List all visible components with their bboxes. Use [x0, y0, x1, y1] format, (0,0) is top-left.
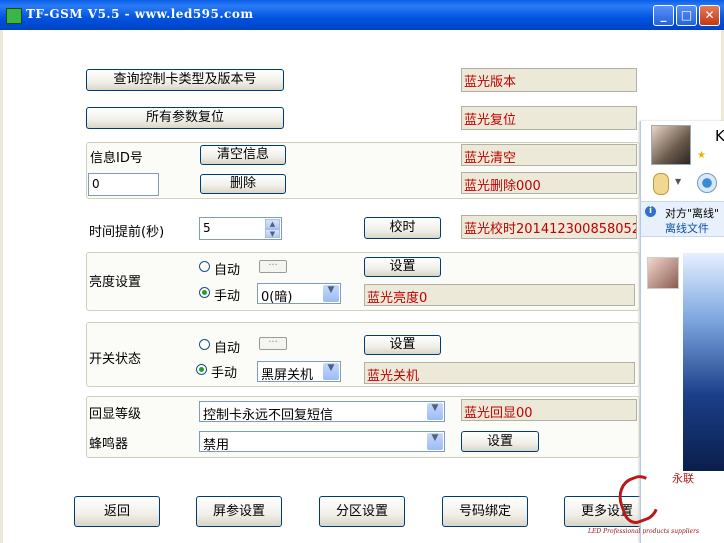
message-avatar [647, 257, 679, 289]
power-auto-radio[interactable] [199, 339, 210, 350]
offline-notice-text: 对方"离线" [665, 207, 720, 220]
chevron-down-icon[interactable]: ▼ [323, 285, 339, 302]
power-auto-more-button[interactable]: ··· [259, 337, 287, 350]
sync-time-button[interactable]: 校时 [364, 217, 441, 239]
brightness-auto-label: 自动 [214, 263, 241, 278]
brightness-manual-radio[interactable] [199, 287, 210, 298]
number-binding-button[interactable]: 号码绑定 [442, 496, 528, 527]
time-spinner[interactable]: ▲ ▼ [265, 219, 280, 238]
spin-up-icon[interactable]: ▲ [265, 219, 280, 229]
echo-level-select[interactable]: 控制卡永远不回复短信 ▼ [199, 401, 445, 423]
time-advance-input[interactable]: 5 ▲ ▼ [199, 217, 282, 240]
window-title: TF-GSM V5.5 - www.led595.com [26, 7, 254, 21]
brightness-status-field: 蓝光亮度0 [364, 284, 635, 306]
chevron-down-icon[interactable]: ▼ [427, 403, 443, 420]
power-mode-select[interactable]: 黑屏关机 ▼ [257, 361, 341, 383]
echo-level-label: 回显等级 [89, 407, 142, 422]
power-state-label: 开关状态 [89, 352, 142, 367]
chevron-down-icon[interactable]: ▼ [323, 363, 339, 380]
close-button[interactable]: ✕ [699, 5, 720, 26]
brightness-auto-radio[interactable] [199, 261, 210, 272]
zone-settings-button[interactable]: 分区设置 [319, 496, 405, 527]
power-manual-radio[interactable] [196, 364, 207, 375]
watermark-logo: 永联 LED Professional products suppliers [586, 470, 724, 543]
offline-file-link[interactable]: 离线文件 [665, 220, 709, 236]
buzzer-set-button[interactable]: 设置 [461, 431, 539, 452]
screen-settings-button[interactable]: 屏参设置 [196, 496, 282, 527]
buzzer-label: 蜂鸣器 [89, 437, 129, 452]
delete-status-field: 蓝光删除000 [461, 172, 637, 194]
chat-image-preview [683, 253, 724, 471]
info-id-input[interactable]: 0 [88, 173, 159, 196]
query-version-button[interactable]: 查询控制卡类型及版本号 [86, 69, 284, 91]
brightness-auto-more-button[interactable]: ··· [259, 260, 287, 273]
spin-down-icon[interactable]: ▼ [265, 228, 280, 238]
watermark-script-text: 永联 [672, 472, 694, 485]
echo-level-value: 控制卡永远不回复短信 [203, 408, 334, 423]
main-client-area: 查询控制卡类型及版本号 蓝光版本 所有参数复位 蓝光复位 信息ID号 清空信息 … [3, 30, 721, 543]
buzzer-value: 禁用 [203, 438, 230, 453]
time-advance-label: 时间提前(秒) [89, 225, 165, 240]
time-advance-value: 5 [203, 221, 211, 235]
clear-info-button[interactable]: 清空信息 [200, 145, 286, 165]
chevron-down-icon[interactable]: ▼ [427, 433, 443, 450]
query-status-field: 蓝光版本 [461, 68, 637, 92]
reset-status-field: 蓝光复位 [461, 106, 637, 130]
info-id-label: 信息ID号 [90, 151, 143, 166]
brightness-set-button[interactable]: 设置 [364, 257, 441, 277]
brightness-label: 亮度设置 [89, 275, 142, 290]
dragon-logo-icon [612, 470, 666, 528]
delete-button[interactable]: 删除 [200, 174, 286, 194]
power-manual-label: 手动 [211, 366, 238, 381]
minimize-button[interactable]: _ [653, 5, 674, 26]
echo-status-field: 蓝光回显00 [461, 399, 637, 421]
reset-all-button[interactable]: 所有参数复位 [86, 107, 284, 129]
offline-notice: i 对方"离线" 离线文件 [641, 201, 724, 237]
star-icon: ★ [697, 150, 706, 161]
contact-name-letter: K [715, 127, 724, 145]
title-bar: TF-GSM V5.5 - www.led595.com _ □ ✕ [0, 0, 724, 30]
microphone-icon[interactable] [653, 173, 669, 195]
clear-status-field: 蓝光清空 [461, 144, 637, 166]
brightness-level-select[interactable]: 0(暗) ▼ [257, 283, 341, 305]
time-status-field: 蓝光校时201412300858052 [461, 215, 637, 239]
brightness-level-value: 0(暗) [261, 290, 293, 305]
buzzer-select[interactable]: 禁用 ▼ [199, 431, 445, 453]
webcam-icon[interactable] [697, 173, 717, 193]
mic-dropdown-icon[interactable]: ▼ [675, 177, 681, 186]
back-button[interactable]: 返回 [74, 496, 160, 527]
watermark-caption: LED Professional products suppliers [588, 528, 700, 535]
power-auto-label: 自动 [214, 341, 241, 356]
maximize-button[interactable]: □ [676, 5, 697, 26]
app-icon [6, 8, 22, 24]
brightness-manual-label: 手动 [214, 289, 241, 304]
info-icon: i [645, 206, 656, 217]
power-set-button[interactable]: 设置 [364, 335, 441, 355]
contact-avatar[interactable] [651, 125, 691, 165]
power-mode-value: 黑屏关机 [261, 368, 314, 383]
power-status-field: 蓝光关机 [364, 362, 635, 384]
